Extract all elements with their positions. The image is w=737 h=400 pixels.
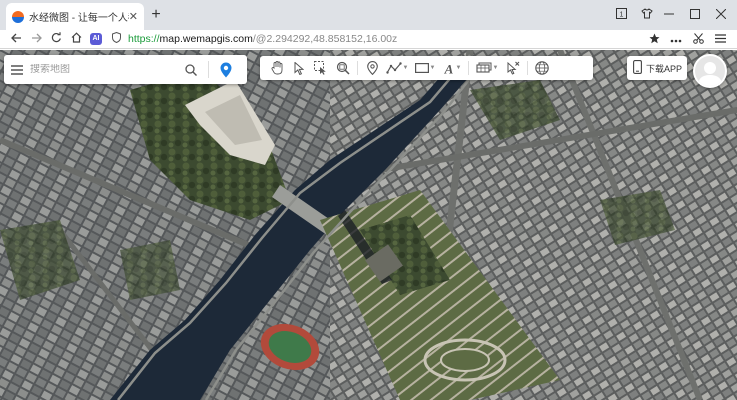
user-silhouette-icon: [698, 62, 722, 86]
place-marker-icon[interactable]: [361, 56, 383, 80]
download-app-button[interactable]: 下载APP: [627, 56, 687, 80]
minimize-icon[interactable]: [656, 9, 682, 22]
map-search-box: [4, 55, 247, 84]
text-caret-icon: ▼: [455, 65, 462, 71]
layer-switch-icon[interactable]: ▼: [472, 56, 502, 80]
layer-caret-icon: ▼: [492, 65, 499, 71]
zoom-search-icon[interactable]: [332, 56, 354, 80]
map-tools-toolbar: ▼ ▼ A ▼ ▼: [260, 56, 593, 80]
forward-arrow-icon[interactable]: [26, 32, 46, 46]
search-icon[interactable]: [180, 63, 202, 76]
close-window-icon[interactable]: [708, 8, 734, 22]
bookmark-star-icon[interactable]: [643, 33, 665, 47]
toolbar-divider: [357, 61, 358, 75]
site-favicon-icon: [12, 10, 24, 23]
url-host: map.wemapgis.com: [159, 33, 253, 45]
map-view[interactable]: ▼ ▼ A ▼ ▼ 下载APP: [0, 50, 737, 400]
address-bar: AI https://map.wemapgis.com/@2.294292,48…: [0, 30, 737, 49]
rectangle-caret-icon: ▼: [429, 65, 436, 71]
clear-pointer-icon[interactable]: [502, 56, 524, 80]
tab-close-icon[interactable]: ✕: [129, 10, 138, 23]
url-protocol: https://: [128, 33, 160, 45]
toolbar-divider-2: [468, 61, 469, 75]
browser-tab-bar: 水经微图 - 让每一个人都有自 ✕ + 1: [0, 0, 737, 30]
screenshot-scissors-icon[interactable]: [687, 32, 709, 47]
home-icon[interactable]: [66, 32, 86, 46]
draw-polyline-icon[interactable]: ▼: [383, 56, 411, 80]
user-avatar[interactable]: [693, 54, 727, 88]
site-security-shield-icon[interactable]: [108, 31, 124, 46]
draw-rectangle-icon[interactable]: ▼: [411, 56, 439, 80]
box-select-icon[interactable]: [310, 56, 332, 80]
browser-menu-icon[interactable]: [709, 33, 731, 46]
download-app-label: 下载APP: [646, 63, 683, 74]
window-extra-controls: 1: [608, 0, 660, 30]
ai-assistant-icon[interactable]: AI: [90, 33, 102, 45]
url-path: /@2.294292,48.858152,16.00z: [252, 33, 398, 45]
svg-text:1: 1: [619, 12, 623, 19]
reload-icon[interactable]: [46, 32, 66, 46]
url-text[interactable]: https://map.wemapgis.com/@2.294292,48.85…: [128, 33, 397, 45]
maximize-icon[interactable]: [682, 8, 708, 22]
search-divider: [208, 61, 209, 78]
toolbar-divider-3: [527, 61, 528, 75]
browser-tab[interactable]: 水经微图 - 让每一个人都有自 ✕: [6, 3, 144, 30]
side-menu-icon[interactable]: [4, 62, 30, 78]
phone-icon: [633, 59, 642, 77]
polyline-caret-icon: ▼: [402, 65, 409, 71]
more-menu-icon[interactable]: [665, 34, 687, 46]
tab-title: 水经微图 - 让每一个人都有自: [29, 13, 129, 24]
select-pointer-icon[interactable]: [288, 56, 310, 80]
globe-icon[interactable]: [531, 56, 553, 80]
svg-text:A: A: [443, 62, 453, 75]
satellite-imagery: [0, 50, 737, 400]
location-pin-icon[interactable]: [215, 62, 237, 78]
tab-list-icon[interactable]: 1: [608, 8, 634, 22]
window-controls: [656, 0, 734, 30]
back-arrow-icon[interactable]: [6, 32, 26, 46]
map-search-input[interactable]: [30, 64, 180, 75]
address-bar-actions: [643, 30, 731, 49]
text-label-icon[interactable]: A ▼: [439, 56, 465, 80]
new-tab-button[interactable]: +: [148, 6, 164, 24]
pan-hand-icon[interactable]: [266, 56, 288, 80]
